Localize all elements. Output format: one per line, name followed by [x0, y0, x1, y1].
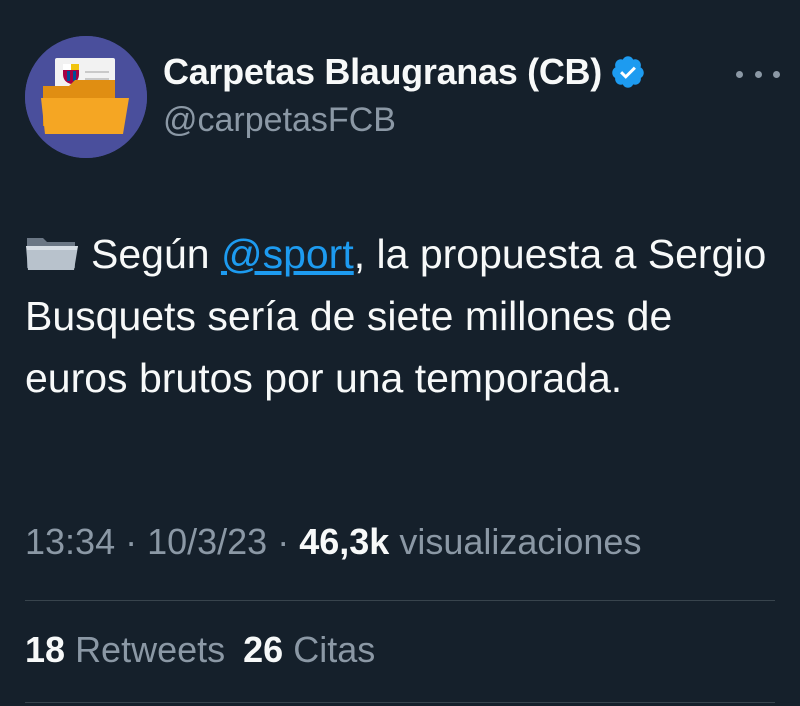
- tweet-text-before: Según: [91, 231, 221, 277]
- avatar[interactable]: [25, 36, 147, 158]
- more-dot: [754, 70, 762, 78]
- tweet-time[interactable]: 13:34: [25, 521, 115, 562]
- retweets-stat[interactable]: 18 Retweets: [25, 629, 225, 670]
- more-dot: [736, 70, 743, 78]
- author-handle[interactable]: @carpetasFCB: [163, 101, 396, 140]
- meta-separator: ·: [115, 521, 148, 562]
- tweet-date[interactable]: 10/3/23: [147, 521, 267, 562]
- more-dot: [773, 70, 780, 78]
- author-name-row: Carpetas Blaugranas (CB): [163, 50, 646, 94]
- views-label: visualizaciones: [399, 521, 642, 562]
- quotes-count: 26: [243, 629, 284, 670]
- retweets-count: 18: [25, 629, 66, 670]
- quotes-label: Citas: [293, 629, 376, 670]
- tweet-meta: 13:34 · 10/3/23 · 46,3k visualizaciones: [25, 521, 641, 563]
- tweet-text: Según @sport, la propuesta a Sergio Busq…: [25, 223, 785, 409]
- views-count: 46,3k: [299, 521, 390, 562]
- quotes-stat[interactable]: 26 Citas: [243, 629, 375, 670]
- mention-link[interactable]: @sport: [221, 231, 354, 277]
- folder-icon: [26, 238, 78, 270]
- folder-with-crest-icon: [25, 36, 147, 158]
- divider: [25, 600, 775, 601]
- more-options-icon[interactable]: [736, 56, 780, 92]
- divider: [25, 702, 775, 703]
- retweets-label: Retweets: [75, 629, 226, 670]
- verified-badge-icon: [612, 56, 644, 88]
- display-name[interactable]: Carpetas Blaugranas (CB): [163, 51, 602, 93]
- tweet-card: Carpetas Blaugranas (CB) @carpetasFCB Se…: [0, 0, 800, 706]
- meta-separator: ·: [267, 521, 300, 562]
- engagement-stats: 18 Retweets 26 Citas: [25, 629, 375, 671]
